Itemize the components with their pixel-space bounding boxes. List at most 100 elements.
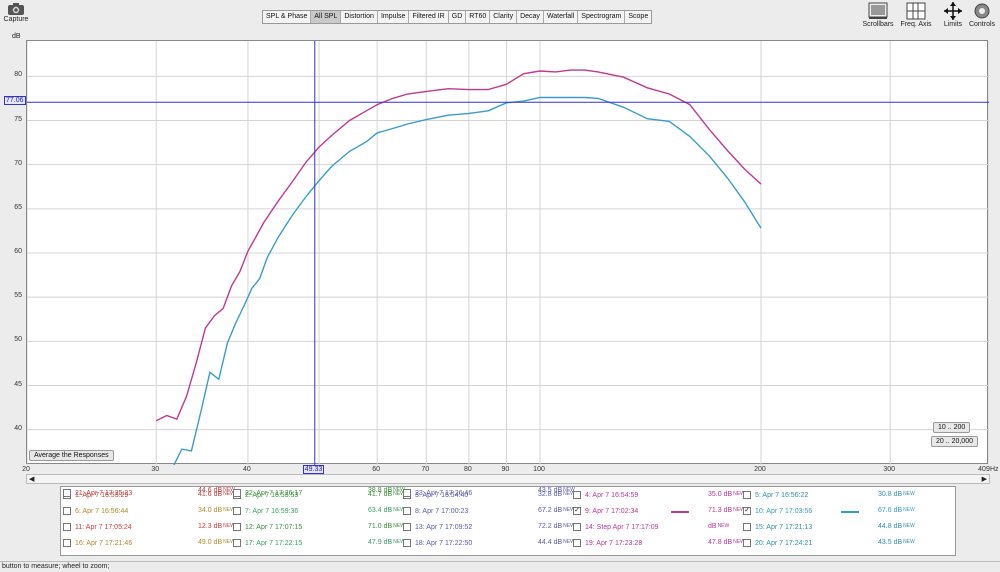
scrollbars-button[interactable]: Scrollbars xyxy=(858,1,898,28)
legend-value: 44.4 dBNEW xyxy=(538,539,575,546)
legend-item: 23: Apr 7 17:26:46 xyxy=(403,487,472,499)
legend-checkbox[interactable] xyxy=(403,539,411,547)
limits-icon xyxy=(944,2,962,20)
y-tick-label: 50 xyxy=(14,336,22,344)
legend-item: 18: Apr 7 17:22:50 xyxy=(403,537,472,549)
legend-item: 17: Apr 7 17:22:15 xyxy=(233,537,302,549)
legend-item: 20: Apr 7 17:24:21 xyxy=(743,537,812,549)
legend-value-text: dB xyxy=(708,523,717,530)
legend-checkbox[interactable]: ✓ xyxy=(573,507,581,515)
legend-value-text: 47.9 dB xyxy=(368,539,393,546)
legend-checkbox[interactable] xyxy=(63,507,71,515)
series-line-10 xyxy=(173,96,762,465)
legend-checkbox[interactable] xyxy=(743,523,751,531)
y-tick-label: 45 xyxy=(14,380,22,388)
y-tick-label: 80 xyxy=(14,71,22,79)
legend-value: 43.5 dBNEW xyxy=(878,539,915,546)
freq-axis-icon xyxy=(906,2,926,20)
legend-value: 47.9 dBNEW xyxy=(368,539,405,546)
y-tick-label: 75 xyxy=(14,115,22,123)
legend-label: 6: Apr 7 16:56:44 xyxy=(75,507,129,515)
legend-checkbox[interactable] xyxy=(63,523,71,531)
tool-label: Scrollbars xyxy=(862,21,894,28)
legend-label: 16: Apr 7 17:21:46 xyxy=(75,539,133,547)
legend-label: 12: Apr 7 17:07:15 xyxy=(245,523,303,531)
legend-item: 13: Apr 7 17:09:52 xyxy=(403,521,472,533)
legend-label: 9: Apr 7 17:02:34 xyxy=(585,507,639,515)
x-unit-label: Hz xyxy=(990,466,999,473)
y-tick-label: 40 xyxy=(14,424,22,432)
legend-value: 44.6 dBNEW xyxy=(198,487,235,494)
legend-value-text: 67.6 dB xyxy=(878,507,903,514)
status-bar: button to measure; wheel to zoom; xyxy=(0,561,1000,571)
average-responses-button[interactable]: Average the Responses xyxy=(29,450,114,461)
freq-axis-button[interactable]: Freq. Axis xyxy=(896,1,936,28)
legend-label: 21: Apr 7 17:25:23 xyxy=(75,489,133,497)
legend-checkbox[interactable] xyxy=(233,523,241,531)
y-tick-label: 65 xyxy=(14,203,22,211)
legend-label: 10: Apr 7 17:03:56 xyxy=(755,507,813,515)
legend-item: 14: Step Apr 7 17:17:09 xyxy=(573,521,659,533)
scroll-right-icon[interactable]: ▶ xyxy=(982,475,987,484)
legend-checkbox[interactable] xyxy=(573,539,581,547)
legend-item: 15: Apr 7 17:21:13 xyxy=(743,521,812,533)
legend-value: 49.0 dBNEW xyxy=(198,539,235,546)
legend-value-text: 44.6 dB xyxy=(198,487,223,494)
legend-checkbox[interactable] xyxy=(743,491,751,499)
legend-value: 38.8 dBNEW xyxy=(368,487,405,494)
tab-waterfall[interactable]: Waterfall xyxy=(544,11,579,23)
spl-chart[interactable] xyxy=(27,41,989,465)
tool-label: Controls xyxy=(968,21,996,28)
legend-new-badge: NEW xyxy=(717,523,730,529)
legend-value-text: 12.3 dB xyxy=(198,523,223,530)
tab-gd[interactable]: GD xyxy=(449,11,467,23)
legend-value-text: 67.2 dB xyxy=(538,507,563,514)
legend-checkbox[interactable] xyxy=(403,489,411,497)
legend-checkbox[interactable] xyxy=(743,539,751,547)
tab-impulse[interactable]: Impulse xyxy=(378,11,410,23)
legend-new-badge: NEW xyxy=(903,507,915,513)
legend-label: 7: Apr 7 16:59:36 xyxy=(245,507,299,515)
tab-spl-phase[interactable]: SPL & Phase xyxy=(263,11,312,23)
legend-checkbox[interactable] xyxy=(233,489,241,497)
legend-value: 47.8 dBNEW xyxy=(708,539,745,546)
legend-checkbox[interactable]: ✓ xyxy=(743,507,751,515)
legend-value-text: 49.0 dB xyxy=(198,539,223,546)
horizontal-scrollbar[interactable]: ◀ ▶ xyxy=(26,474,990,484)
legend-label: 17: Apr 7 17:22:15 xyxy=(245,539,303,547)
tab-scope[interactable]: Scope xyxy=(625,11,651,23)
tab-clarity[interactable]: Clarity xyxy=(490,11,518,23)
legend-label: 4: Apr 7 16:54:59 xyxy=(585,491,639,499)
tab-rt60[interactable]: RT60 xyxy=(466,11,491,23)
tab-spectrogram[interactable]: Spectrogram xyxy=(578,11,626,23)
legend-value: 71.0 dBNEW xyxy=(368,523,405,530)
tab-all-spl[interactable]: All SPL xyxy=(311,11,342,23)
legend-label: 19: Apr 7 17:23:28 xyxy=(585,539,643,547)
legend-label: 5: Apr 7 16:56:22 xyxy=(755,491,809,499)
legend-checkbox[interactable] xyxy=(403,523,411,531)
x-tick-label: 200 xyxy=(754,466,766,473)
legend-value-text: 63.4 dB xyxy=(368,507,393,514)
tab-bar: SPL & Phase All SPL Distortion Impulse Filte… xyxy=(262,10,653,24)
legend-checkbox[interactable] xyxy=(63,489,71,497)
legend-value: 43.5 dBNEW xyxy=(538,487,575,494)
legend-value-text: 44.4 dB xyxy=(538,539,563,546)
legend-checkbox[interactable] xyxy=(233,539,241,547)
legend-value-text: 34.0 dB xyxy=(198,507,223,514)
plot-area[interactable]: Average the Responses 10 .. 200 20 .. 20… xyxy=(26,40,989,465)
legend-value: 67.6 dBNEW xyxy=(878,507,915,514)
tab-filtered-ir[interactable]: Filtered IR xyxy=(409,11,449,23)
capture-button[interactable]: Capture xyxy=(2,2,30,32)
tab-decay[interactable]: Decay xyxy=(517,11,544,23)
legend-item: 21: Apr 7 17:25:23 xyxy=(63,487,132,499)
controls-button[interactable]: Controls xyxy=(962,1,1000,28)
tab-distortion[interactable]: Distortion xyxy=(341,11,378,23)
range-20-20000-button[interactable]: 20 .. 20,000 xyxy=(931,436,978,447)
legend-checkbox[interactable] xyxy=(403,507,411,515)
scroll-left-icon[interactable]: ◀ xyxy=(29,475,34,484)
legend-checkbox[interactable] xyxy=(63,539,71,547)
legend-checkbox[interactable] xyxy=(233,507,241,515)
range-10-200-button[interactable]: 10 .. 200 xyxy=(933,422,971,433)
legend-checkbox[interactable] xyxy=(573,523,581,531)
legend-item: 16: Apr 7 17:21:46 xyxy=(63,537,132,549)
